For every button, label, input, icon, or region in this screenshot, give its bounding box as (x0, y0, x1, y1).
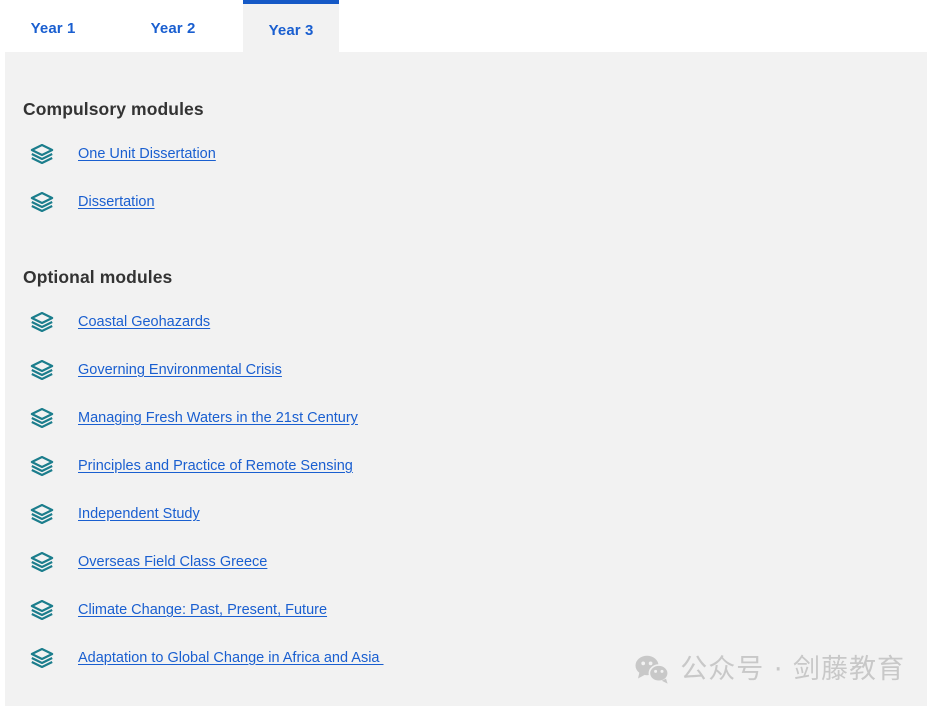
module-link[interactable]: Overseas Field Class Greece (78, 554, 267, 570)
optional-modules-list: Coastal Geohazards Governing Environmenta… (5, 298, 927, 682)
module-link[interactable]: Coastal Geohazards (78, 314, 210, 330)
module-link[interactable]: One Unit Dissertation (78, 146, 216, 162)
modules-panel: Compulsory modules One Unit Dissertation… (5, 52, 927, 706)
module-link[interactable]: Managing Fresh Waters in the 21st Centur… (78, 410, 358, 426)
page-title-compulsory: Compulsory modules (23, 98, 204, 119)
module-link[interactable]: Adaptation to Global Change in Africa an… (78, 650, 384, 666)
list-item: Overseas Field Class Greece (5, 538, 927, 586)
module-link[interactable]: Independent Study (78, 506, 200, 522)
list-item: Coastal Geohazards (5, 298, 927, 346)
module-link[interactable]: Dissertation (78, 194, 155, 210)
tab-year-3[interactable]: Year 3 (243, 0, 339, 56)
compulsory-modules-list: One Unit Dissertation Dissertation (5, 130, 927, 226)
list-item: Climate Change: Past, Present, Future (5, 586, 927, 634)
list-item: Governing Environmental Crisis (5, 346, 927, 394)
list-item: Principles and Practice of Remote Sensin… (5, 442, 927, 490)
tab-year-1[interactable]: Year 1 (8, 0, 98, 56)
list-item: Adaptation to Global Change in Africa an… (5, 634, 927, 682)
tab-year-2[interactable]: Year 2 (128, 0, 218, 56)
list-item: Dissertation (5, 178, 927, 226)
module-link[interactable]: Principles and Practice of Remote Sensin… (78, 458, 353, 474)
tab-bar: Year 1 Year 2 Year 3 (0, 0, 941, 56)
list-item: Managing Fresh Waters in the 21st Centur… (5, 394, 927, 442)
list-item: Independent Study (5, 490, 927, 538)
page-title-optional: Optional modules (23, 266, 173, 287)
module-link[interactable]: Climate Change: Past, Present, Future (78, 602, 327, 618)
module-link[interactable]: Governing Environmental Crisis (78, 362, 282, 378)
list-item: One Unit Dissertation (5, 130, 927, 178)
